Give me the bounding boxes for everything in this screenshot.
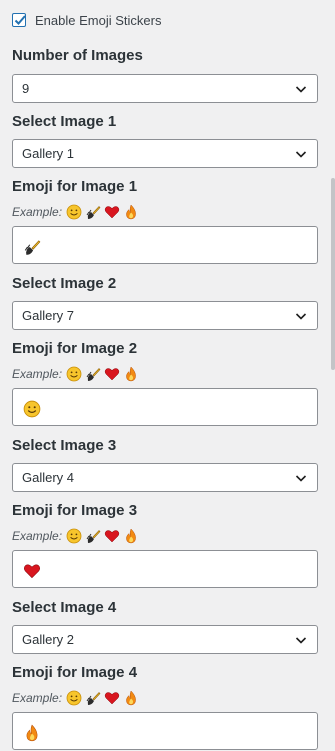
fire-emoji-icon [123, 528, 139, 544]
emoji-image-2-label: Emoji for Image 2 [12, 340, 138, 357]
emoji-settings-panel: Enable Emoji Stickers Number of Images 9… [0, 0, 335, 751]
enable-emoji-label: Enable Emoji Stickers [35, 12, 162, 28]
select-image-3-select[interactable]: Gallery 4 [12, 463, 318, 492]
emoji-image-3-input[interactable] [12, 550, 318, 588]
select-image-2-label: Select Image 2 [12, 275, 117, 292]
emoji-image-1-label: Emoji for Image 1 [12, 178, 138, 195]
brush-emoji-icon [23, 238, 41, 256]
checkmark-icon [14, 15, 26, 25]
example-label: Example: [12, 367, 63, 381]
heart-emoji-icon [104, 366, 120, 382]
brush-emoji-icon [85, 204, 101, 220]
emoji-image-3-label: Emoji for Image 3 [12, 502, 138, 519]
example-row-2: Example: [12, 366, 139, 382]
select-image-1-select[interactable]: Gallery 1 [12, 139, 318, 168]
smiley-emoji-icon [66, 366, 82, 382]
select-image-4-select[interactable]: Gallery 2 [12, 625, 318, 654]
brush-emoji-icon [85, 366, 101, 382]
emoji-image-4-label: Emoji for Image 4 [12, 664, 138, 681]
select-image-4-label: Select Image 4 [12, 599, 117, 616]
scrollbar[interactable] [331, 178, 335, 370]
chevron-down-icon [295, 83, 307, 95]
example-label: Example: [12, 691, 63, 705]
select-image-1-value: Gallery 1 [22, 146, 75, 161]
example-label: Example: [12, 529, 63, 543]
heart-emoji-icon [104, 690, 120, 706]
select-image-3-value: Gallery 4 [22, 470, 75, 485]
heart-emoji-icon [104, 528, 120, 544]
example-row-3: Example: [12, 528, 139, 544]
number-of-images-select[interactable]: 9 [12, 74, 318, 103]
smiley-emoji-icon [23, 400, 41, 418]
heart-emoji-icon [23, 562, 41, 580]
number-of-images-label: Number of Images [12, 47, 143, 64]
example-row-4: Example: [12, 690, 139, 706]
heart-emoji-icon [104, 204, 120, 220]
example-label: Example: [12, 205, 63, 219]
brush-emoji-icon [85, 690, 101, 706]
emoji-image-2-input[interactable] [12, 388, 318, 426]
smiley-emoji-icon [66, 690, 82, 706]
select-image-4-value: Gallery 2 [22, 632, 75, 647]
chevron-down-icon [295, 148, 307, 160]
select-image-2-select[interactable]: Gallery 7 [12, 301, 318, 330]
select-image-2-value: Gallery 7 [22, 308, 75, 323]
chevron-down-icon [295, 634, 307, 646]
number-of-images-value: 9 [22, 81, 30, 96]
select-image-1-label: Select Image 1 [12, 113, 117, 130]
chevron-down-icon [295, 310, 307, 322]
enable-emoji-checkbox[interactable] [12, 13, 26, 27]
select-image-3-label: Select Image 3 [12, 437, 117, 454]
brush-emoji-icon [85, 528, 101, 544]
fire-emoji-icon [123, 204, 139, 220]
chevron-down-icon [295, 472, 307, 484]
smiley-emoji-icon [66, 528, 82, 544]
fire-emoji-icon [123, 366, 139, 382]
fire-emoji-icon [123, 690, 139, 706]
emoji-image-1-input[interactable] [12, 226, 318, 264]
emoji-image-4-input[interactable] [12, 712, 318, 750]
smiley-emoji-icon [66, 204, 82, 220]
enable-emoji-row[interactable]: Enable Emoji Stickers [12, 10, 161, 30]
example-row-1: Example: [12, 204, 139, 220]
fire-emoji-icon [23, 724, 41, 742]
